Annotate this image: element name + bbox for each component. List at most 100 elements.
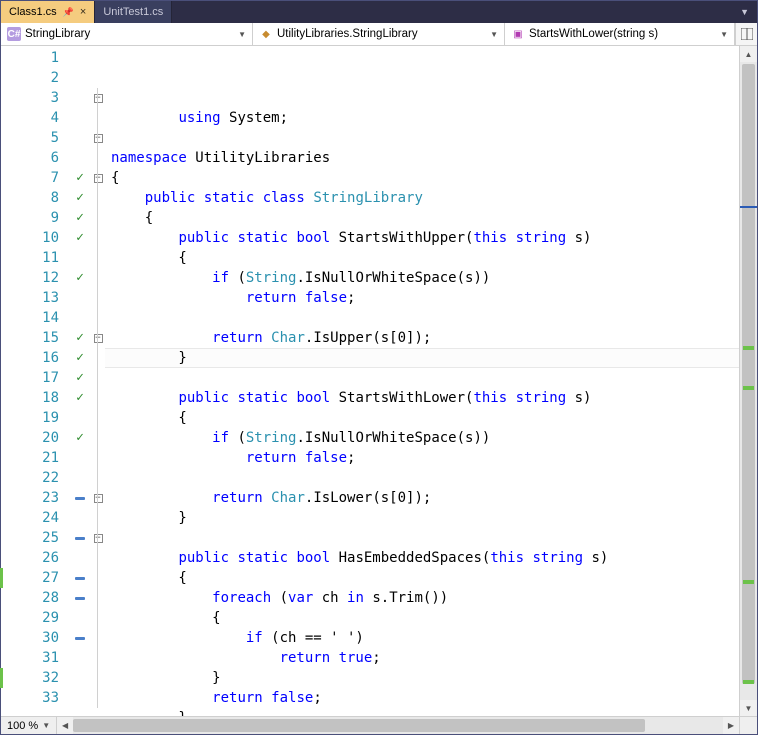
- tab-bar: Class1.cs 📌 × UnitTest1.cs ▼: [1, 1, 757, 23]
- horizontal-scrollbar[interactable]: ◀ ▶: [57, 717, 739, 734]
- code-line[interactable]: {: [111, 408, 739, 428]
- code-area[interactable]: using System;namespace UtilityLibraries{…: [105, 46, 739, 716]
- line-number: 2: [1, 68, 59, 88]
- code-line[interactable]: return false;: [111, 688, 739, 708]
- code-line[interactable]: {: [111, 168, 739, 188]
- zoom-dropdown[interactable]: 100 % ▼: [1, 717, 57, 734]
- code-line[interactable]: if (ch == ' '): [111, 628, 739, 648]
- outlining-gutter[interactable]: − − − − − −: [91, 46, 105, 716]
- code-line[interactable]: return Char.IsUpper(s[0]);: [111, 328, 739, 348]
- coverage-uncovered-icon: [69, 568, 91, 588]
- line-number: 4: [1, 108, 59, 128]
- line-number: 8: [1, 188, 59, 208]
- nav-project-dropdown[interactable]: C# StringLibrary ▼: [1, 23, 253, 45]
- code-line[interactable]: [111, 368, 739, 388]
- caret-indicator: [740, 206, 757, 208]
- code-line[interactable]: return true;: [111, 648, 739, 668]
- code-line[interactable]: return false;: [111, 288, 739, 308]
- line-number: 33: [1, 688, 59, 708]
- code-line[interactable]: }: [111, 668, 739, 688]
- nav-member-label: StartsWithLower(string s): [529, 28, 658, 40]
- scrollbar-thumb[interactable]: [73, 719, 645, 732]
- tab-label: Class1.cs: [9, 6, 57, 18]
- collapse-region-button[interactable]: −: [91, 328, 105, 348]
- tab-overflow-dropdown[interactable]: ▼: [732, 1, 757, 23]
- scrollbar-corner: [739, 717, 757, 734]
- nav-class-dropdown[interactable]: ◆ UtilityLibraries.StringLibrary ▼: [253, 23, 505, 45]
- coverage-uncovered-icon: [69, 488, 91, 508]
- navigation-bar: C# StringLibrary ▼ ◆ UtilityLibraries.St…: [1, 23, 757, 46]
- line-number: 5: [1, 128, 59, 148]
- close-icon[interactable]: ×: [80, 7, 86, 18]
- line-number: 19: [1, 408, 59, 428]
- change-marker: [0, 568, 3, 588]
- scroll-left-arrow[interactable]: ◀: [57, 717, 73, 734]
- change-marker: [0, 668, 3, 688]
- code-line[interactable]: public static class StringLibrary: [111, 188, 739, 208]
- code-line[interactable]: [111, 528, 739, 548]
- collapse-region-button[interactable]: −: [91, 488, 105, 508]
- code-line[interactable]: return false;: [111, 448, 739, 468]
- collapse-region-button[interactable]: −: [91, 528, 105, 548]
- code-line[interactable]: }: [111, 508, 739, 528]
- nav-member-dropdown[interactable]: ▣ StartsWithLower(string s) ▼: [505, 23, 735, 45]
- coverage-check-icon: ✓: [69, 168, 91, 188]
- code-line[interactable]: [111, 128, 739, 148]
- code-line[interactable]: }: [111, 348, 739, 368]
- code-line[interactable]: }: [111, 708, 739, 716]
- code-line[interactable]: if (String.IsNullOrWhiteSpace(s)): [111, 428, 739, 448]
- coverage-uncovered-icon: [69, 588, 91, 608]
- tab-class1[interactable]: Class1.cs 📌 ×: [1, 1, 95, 23]
- code-editor[interactable]: 1234567891011121314151617181920212223242…: [1, 46, 757, 716]
- code-line[interactable]: {: [111, 208, 739, 228]
- code-line[interactable]: return Char.IsLower(s[0]);: [111, 488, 739, 508]
- coverage-uncovered-icon: [69, 628, 91, 648]
- nav-class-label: UtilityLibraries.StringLibrary: [277, 28, 418, 40]
- line-number-gutter: 1234567891011121314151617181920212223242…: [1, 46, 69, 716]
- line-number: 11: [1, 248, 59, 268]
- tab-unittest1[interactable]: UnitTest1.cs: [95, 1, 172, 23]
- line-number: 14: [1, 308, 59, 328]
- code-line[interactable]: using System;: [111, 108, 739, 128]
- line-number: 26: [1, 548, 59, 568]
- code-line[interactable]: public static bool StartsWithUpper(this …: [111, 228, 739, 248]
- collapse-region-button[interactable]: −: [91, 88, 105, 108]
- code-line[interactable]: public static bool StartsWithLower(this …: [111, 388, 739, 408]
- coverage-check-icon: ✓: [69, 208, 91, 228]
- coverage-check-icon: ✓: [69, 348, 91, 368]
- line-number: 7: [1, 168, 59, 188]
- code-line[interactable]: {: [111, 608, 739, 628]
- line-number: 20: [1, 428, 59, 448]
- coverage-check-icon: ✓: [69, 428, 91, 448]
- code-line[interactable]: namespace UtilityLibraries: [111, 148, 739, 168]
- line-number: 22: [1, 468, 59, 488]
- line-number: 3: [1, 88, 59, 108]
- collapse-region-button[interactable]: −: [91, 128, 105, 148]
- scroll-down-arrow[interactable]: ▼: [740, 700, 757, 716]
- code-line[interactable]: foreach (var ch in s.Trim()): [111, 588, 739, 608]
- coverage-check-icon: ✓: [69, 388, 91, 408]
- code-line[interactable]: {: [111, 568, 739, 588]
- coverage-check-icon: ✓: [69, 328, 91, 348]
- coverage-uncovered-icon: [69, 528, 91, 548]
- scroll-right-arrow[interactable]: ▶: [723, 717, 739, 734]
- line-number: 1: [1, 48, 59, 68]
- code-line[interactable]: [111, 308, 739, 328]
- code-line[interactable]: [111, 468, 739, 488]
- line-number: 29: [1, 608, 59, 628]
- line-number: 31: [1, 648, 59, 668]
- code-line[interactable]: {: [111, 248, 739, 268]
- code-line[interactable]: public static bool HasEmbeddedSpaces(thi…: [111, 548, 739, 568]
- line-number: 28: [1, 588, 59, 608]
- scrollbar-thumb[interactable]: [742, 64, 755, 684]
- coverage-check-icon: ✓: [69, 268, 91, 288]
- vertical-scrollbar[interactable]: ▲ ▼: [739, 46, 757, 716]
- code-line[interactable]: if (String.IsNullOrWhiteSpace(s)): [111, 268, 739, 288]
- line-number: 9: [1, 208, 59, 228]
- line-number: 6: [1, 148, 59, 168]
- split-window-button[interactable]: [735, 23, 757, 45]
- change-marker: [743, 346, 754, 350]
- pin-icon[interactable]: 📌: [63, 7, 74, 18]
- scroll-up-arrow[interactable]: ▲: [740, 46, 757, 62]
- collapse-region-button[interactable]: −: [91, 168, 105, 188]
